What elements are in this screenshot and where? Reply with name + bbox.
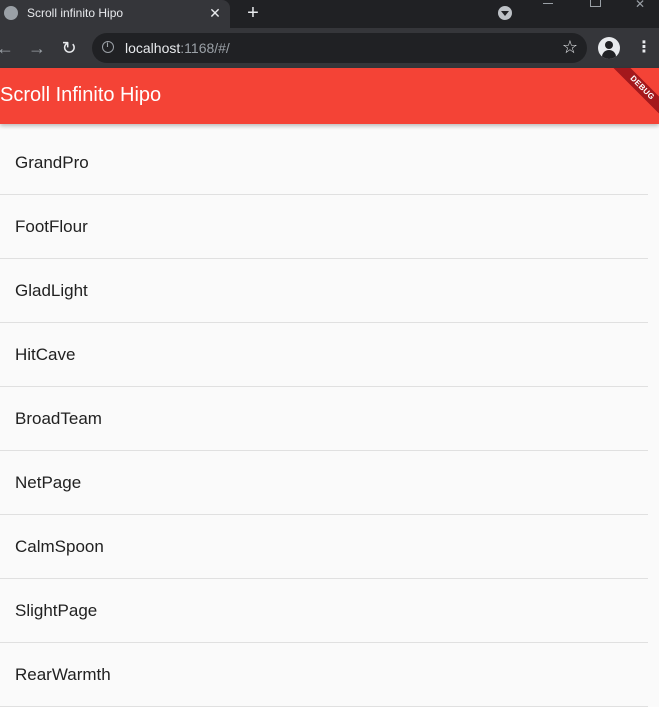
list-item-label: RearWarmth <box>15 665 111 684</box>
list-item-label: GladLight <box>15 281 88 300</box>
list-item[interactable]: GladLight <box>0 259 648 323</box>
tab-close-icon[interactable]: ✕ <box>207 3 223 23</box>
browser-tab-strip: Scroll infinito Hipo ✕ + ✕ <box>0 0 659 28</box>
list-item[interactable]: SlightPage <box>0 579 648 643</box>
minimize-icon[interactable] <box>541 0 555 10</box>
word-list: GrandPro FootFlour GladLight HitCave BroadTe… <box>0 131 648 707</box>
back-arrow-icon[interactable]: ← <box>0 37 16 59</box>
app-bar: Scroll Infinito Hipo DEBUG <box>0 68 659 124</box>
list-item[interactable]: CalmSpoon <box>0 515 648 579</box>
window-close-icon[interactable]: ✕ <box>635 0 647 10</box>
url-path: :1168/#/ <box>180 40 230 56</box>
browser-toolbar: ← → ↻ localhost:1168/#/ ☆ ⋮ <box>0 28 659 68</box>
profile-avatar-icon[interactable] <box>598 37 620 59</box>
url-text[interactable]: localhost:1168/#/ <box>125 40 230 56</box>
tab-title: Scroll infinito Hipo <box>27 6 124 20</box>
list-item[interactable]: GrandPro <box>0 131 648 195</box>
url-host: localhost <box>125 40 181 56</box>
browser-menu-icon[interactable]: ⋮ <box>636 38 652 58</box>
new-tab-button[interactable]: + <box>243 2 263 24</box>
list-item-label: SlightPage <box>15 601 98 620</box>
list-item-label: NetPage <box>15 473 82 492</box>
list-item-label: GrandPro <box>15 153 89 172</box>
tab-search-icon[interactable] <box>498 6 512 20</box>
address-bar[interactable]: localhost:1168/#/ ☆ <box>92 33 587 63</box>
list-item-label: HitCave <box>15 345 76 364</box>
info-icon[interactable] <box>102 40 114 53</box>
browser-tab[interactable]: Scroll infinito Hipo ✕ <box>0 0 230 28</box>
globe-icon <box>4 6 18 20</box>
debug-banner: DEBUG <box>608 68 659 122</box>
forward-arrow-icon[interactable]: → <box>26 37 48 59</box>
list-item[interactable]: FootFlour <box>0 195 648 259</box>
list-item-label: FootFlour <box>15 217 88 236</box>
reload-icon[interactable]: ↻ <box>58 37 80 59</box>
list-item[interactable]: RearWarmth <box>0 643 648 707</box>
page-title: Scroll Infinito Hipo <box>0 84 162 106</box>
list-item[interactable]: HitCave <box>0 323 648 387</box>
list-item-label: BroadTeam <box>15 409 102 428</box>
bookmark-star-icon[interactable]: ☆ <box>560 37 580 57</box>
maximize-icon[interactable] <box>589 0 601 10</box>
list-item[interactable]: NetPage <box>0 451 648 515</box>
list-item-label: CalmSpoon <box>15 537 104 556</box>
list-item[interactable]: BroadTeam <box>0 387 648 451</box>
